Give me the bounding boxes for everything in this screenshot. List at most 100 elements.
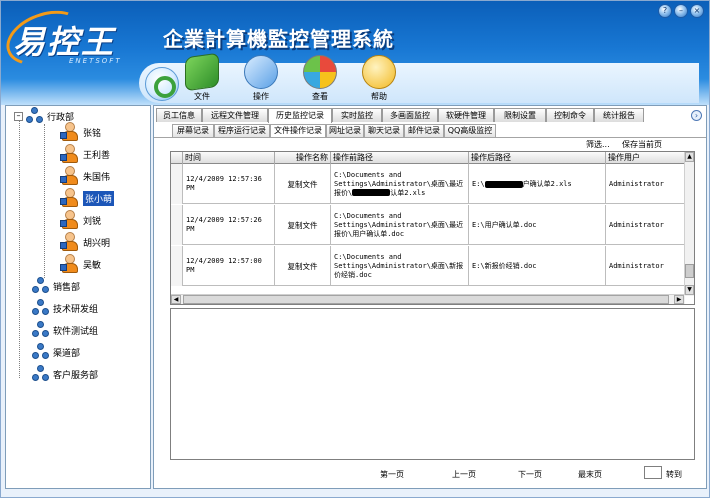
tab-commands[interactable]: 控制命令: [546, 108, 594, 122]
tree-group-label: 技术研发组: [53, 304, 99, 315]
tree-user-label: 朱国伟: [83, 172, 111, 183]
scroll-up-icon[interactable]: ▲: [685, 152, 694, 162]
column-header-action[interactable]: 操作名称: [275, 152, 331, 164]
help-window-icon[interactable]: ?: [658, 4, 672, 18]
scroll-left-icon[interactable]: ◀: [171, 295, 181, 304]
file-icon: [185, 52, 219, 92]
tree-group[interactable]: 销售部: [32, 276, 80, 296]
prev-page-link[interactable]: 上一页: [452, 469, 476, 480]
tree-node-label: 行政部: [47, 112, 75, 123]
before-path-line: 报价\: [334, 188, 353, 197]
save-page-link[interactable]: 保存当前页: [622, 139, 662, 150]
cell-time: 12/4/2009 12:57:00 PM: [183, 246, 275, 286]
scroll-right-icon[interactable]: ▶: [674, 295, 684, 304]
before-path-line: C:\Documents and: [334, 211, 402, 220]
tree-user-selected[interactable]: 张小萌: [60, 188, 115, 208]
view-icon: [303, 55, 337, 89]
tree-user[interactable]: 胡兴明: [60, 232, 110, 252]
scroll-thumb-horizontal[interactable]: [183, 295, 669, 304]
cell-time: 12/4/2009 12:57:26 PM: [183, 205, 275, 245]
before-path-line: Settings\Administrator\桌面\最近: [334, 220, 464, 229]
pagination: 第一页 上一页 下一页 最末页 转到: [154, 466, 706, 482]
tree-user[interactable]: 刘锐: [60, 210, 101, 230]
toolbar-help-button[interactable]: 帮助: [356, 55, 402, 103]
next-page-link[interactable]: 下一页: [518, 469, 542, 480]
cell-time: 12/4/2009 12:57:36 PM: [183, 164, 275, 204]
subtab-programs[interactable]: 程序运行记录: [214, 124, 270, 137]
tree-user[interactable]: 王利善: [60, 144, 110, 164]
tab-employee-info[interactable]: 员工信息: [156, 108, 202, 122]
toolbar-view-button[interactable]: 查看: [297, 55, 343, 103]
close-icon[interactable]: ×: [690, 4, 704, 18]
tree-group[interactable]: 技术研发组: [32, 298, 98, 318]
toolbar-file-button[interactable]: 文件: [179, 52, 225, 103]
primary-tabs: 员工信息 远程文件管理 历史监控记录 实时监控 多画面监控 软硬件管理 限制设置…: [154, 108, 706, 123]
subtab-file-ops[interactable]: 文件操作记录: [270, 124, 326, 137]
table-header: 时间 操作名称 操作前路径 操作后路径 操作用户: [171, 152, 685, 164]
cell-after-path: E:\新报价经销.doc: [469, 246, 606, 286]
tab-multiscreen[interactable]: 多画面监控: [382, 108, 438, 122]
tab-realtime[interactable]: 实时监控: [332, 108, 382, 122]
table-row[interactable]: 12/4/2009 12:57:26 PM 复制文件 C:\Documents …: [171, 205, 685, 245]
user-icon: [60, 144, 80, 164]
tree-user-label: 胡兴明: [83, 238, 111, 249]
group-icon: [32, 321, 50, 339]
page-number-input[interactable]: [644, 466, 662, 479]
tab-statistics[interactable]: 统计报告: [594, 108, 644, 122]
first-page-link[interactable]: 第一页: [380, 469, 404, 480]
group-icon: [32, 299, 50, 317]
toolbar-operation-button[interactable]: 操作: [238, 55, 284, 103]
user-icon: [60, 188, 80, 208]
subtab-mail[interactable]: 邮件记录: [404, 124, 444, 137]
cell-after-path: E:\ 户确认单2.xls: [469, 164, 606, 204]
file-operation-table: 时间 操作名称 操作前路径 操作后路径 操作用户 12/4/2009 12:57…: [170, 151, 695, 305]
column-header-time[interactable]: 时间: [183, 152, 275, 164]
tree-user-label: 王利善: [83, 150, 111, 161]
detail-pane: [170, 308, 695, 460]
subtab-chat[interactable]: 聊天记录: [364, 124, 404, 137]
tree-group-label: 渠道部: [53, 348, 81, 359]
cell-user: Administrator: [606, 205, 685, 245]
scroll-thumb[interactable]: [685, 264, 694, 278]
minimize-icon[interactable]: –: [674, 4, 688, 18]
department-tree: – 行政部 张铭 王利善 朱国伟 张小萌 刘锐 胡兴明 吴敏 销售部 技术研发组…: [5, 105, 151, 489]
redaction-mark: [352, 189, 391, 196]
tree-user[interactable]: 张铭: [60, 122, 101, 142]
table-row[interactable]: 12/4/2009 12:57:36 PM 复制文件 C:\Documents …: [171, 164, 685, 204]
tree-group[interactable]: 客户服务部: [32, 364, 98, 384]
filter-link[interactable]: 筛选...: [586, 139, 610, 150]
collapse-icon[interactable]: –: [14, 111, 23, 121]
tab-scroll-icon[interactable]: ›: [691, 110, 702, 121]
tab-restrictions[interactable]: 限制设置: [494, 108, 546, 122]
tab-history[interactable]: 历史监控记录: [268, 108, 332, 123]
tab-remote-files[interactable]: 远程文件管理: [202, 108, 268, 122]
table-row[interactable]: 12/4/2009 12:57:00 PM 复制文件 C:\Documents …: [171, 246, 685, 286]
refresh-icon[interactable]: [145, 67, 179, 101]
goto-button[interactable]: 转到: [666, 469, 682, 480]
horizontal-scrollbar[interactable]: ◀ ▶: [171, 294, 685, 304]
last-page-link[interactable]: 最末页: [578, 469, 602, 480]
vertical-scrollbar[interactable]: ▲ ▼: [684, 152, 694, 296]
tree-user[interactable]: 朱国伟: [60, 166, 110, 186]
help-icon: [362, 55, 396, 89]
tree-user-label: 张小萌: [83, 190, 115, 206]
operation-icon: [244, 55, 278, 89]
tree-group[interactable]: 渠道部: [32, 342, 80, 362]
tab-hardware[interactable]: 软硬件管理: [438, 108, 494, 122]
subtab-urls[interactable]: 网址记录: [326, 124, 364, 137]
column-header-before-path[interactable]: 操作前路径: [331, 152, 469, 164]
toolbar-view-label: 查看: [312, 92, 328, 101]
subtab-qq[interactable]: QQ高级监控: [444, 124, 496, 137]
scroll-down-icon[interactable]: ▼: [685, 285, 694, 295]
cell-before-path: C:\Documents and Settings\Administrator\…: [331, 205, 469, 245]
column-header-after-path[interactable]: 操作后路径: [469, 152, 606, 164]
subtab-screen[interactable]: 屏幕记录: [172, 124, 214, 137]
tree-user[interactable]: 吴敏: [60, 254, 101, 274]
group-icon: [32, 277, 50, 295]
user-icon: [60, 254, 80, 274]
header-banner: 易控王 ENETSOFT 企業計算機監控管理系統 ? – × 文件 操作 查看 …: [1, 1, 709, 105]
cell-action: 复制文件: [275, 246, 331, 286]
column-header-user[interactable]: 操作用户: [606, 152, 685, 164]
tree-group[interactable]: 软件测试组: [32, 320, 98, 340]
app-title: 企業計算機監控管理系統: [163, 27, 394, 51]
